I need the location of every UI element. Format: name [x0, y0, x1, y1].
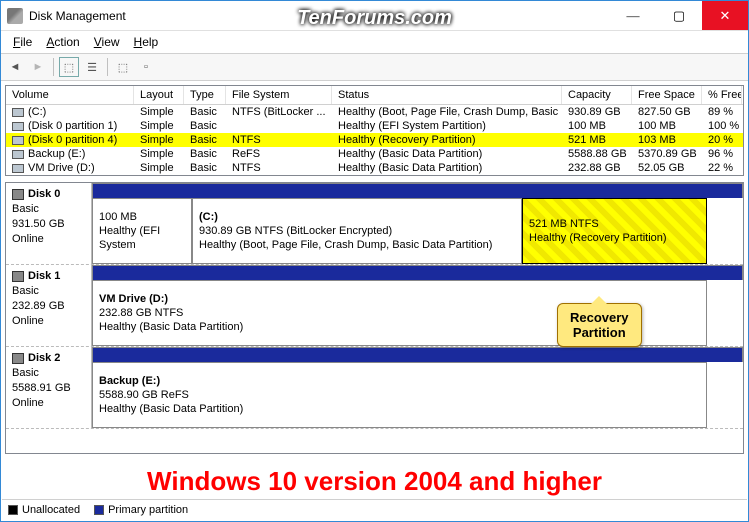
- disk-info[interactable]: Disk 2Basic5588.91 GBOnline: [6, 347, 92, 428]
- col-capacity[interactable]: Capacity: [562, 86, 632, 104]
- menu-file[interactable]: File: [7, 33, 38, 51]
- volume-icon: [12, 164, 24, 173]
- col-layout[interactable]: Layout: [134, 86, 184, 104]
- volume-row[interactable]: (C:)SimpleBasicNTFS (BitLocker ...Health…: [6, 105, 743, 119]
- help-button[interactable]: ▫: [136, 57, 156, 77]
- partition-block[interactable]: 100 MBHealthy (EFI System: [92, 198, 192, 264]
- menu-bar: File Action View Help: [1, 31, 748, 53]
- volume-icon: [12, 122, 24, 131]
- close-button[interactable]: ✕: [702, 1, 748, 30]
- menu-help[interactable]: Help: [128, 33, 165, 51]
- callout-recovery: Recovery Partition: [557, 303, 642, 347]
- app-icon: [7, 8, 23, 24]
- legend-primary: Primary partition: [108, 504, 188, 516]
- refresh-button[interactable]: ⬚: [59, 57, 79, 77]
- volume-icon: [12, 150, 24, 159]
- disk-icon: [12, 271, 24, 282]
- forward-button[interactable]: ►: [28, 57, 48, 77]
- toolbar: ◄ ► ⬚ ☰ ⬚ ▫: [1, 53, 748, 81]
- view-button[interactable]: ☰: [82, 57, 102, 77]
- volume-icon: [12, 136, 24, 145]
- window-title: Disk Management: [29, 9, 610, 23]
- volume-row[interactable]: Backup (E:)SimpleBasicReFSHealthy (Basic…: [6, 147, 743, 161]
- partition-block[interactable]: Backup (E:)5588.90 GB ReFSHealthy (Basic…: [92, 362, 707, 428]
- back-button[interactable]: ◄: [5, 57, 25, 77]
- col-filesystem[interactable]: File System: [226, 86, 332, 104]
- disk-header-bar: [92, 265, 743, 280]
- unallocated-swatch: [8, 505, 18, 515]
- caption-annotation: Windows 10 version 2004 and higher: [1, 466, 748, 497]
- disk-icon: [12, 353, 24, 364]
- disk-info[interactable]: Disk 0Basic931.50 GBOnline: [6, 183, 92, 264]
- legend: Unallocated Primary partition: [2, 499, 747, 520]
- volume-row[interactable]: VM Drive (D:)SimpleBasicNTFSHealthy (Bas…: [6, 161, 743, 175]
- legend-unallocated: Unallocated: [22, 504, 80, 516]
- disk-row: Disk 2Basic5588.91 GBOnlineBackup (E:)55…: [6, 347, 743, 429]
- primary-swatch: [94, 505, 104, 515]
- menu-action[interactable]: Action: [40, 33, 85, 51]
- col-pctfree[interactable]: % Free: [702, 86, 742, 104]
- partition-block[interactable]: 521 MB NTFSHealthy (Recovery Partition): [522, 198, 707, 264]
- volume-list: Volume Layout Type File System Status Ca…: [5, 85, 744, 176]
- volume-row[interactable]: (Disk 0 partition 1)SimpleBasicHealthy (…: [6, 119, 743, 133]
- column-headers: Volume Layout Type File System Status Ca…: [6, 86, 743, 105]
- partition-block[interactable]: (C:)930.89 GB NTFS (BitLocker Encrypted)…: [192, 198, 522, 264]
- settings-button[interactable]: ⬚: [113, 57, 133, 77]
- disk-row: Disk 0Basic931.50 GBOnline100 MBHealthy …: [6, 183, 743, 265]
- col-freespace[interactable]: Free Space: [632, 86, 702, 104]
- maximize-button[interactable]: ▢: [656, 1, 702, 30]
- menu-view[interactable]: View: [88, 33, 126, 51]
- disk-header-bar: [92, 183, 743, 198]
- disk-header-bar: [92, 347, 743, 362]
- minimize-button[interactable]: —: [610, 1, 656, 30]
- title-bar: Disk Management — ▢ ✕: [1, 1, 748, 31]
- col-type[interactable]: Type: [184, 86, 226, 104]
- volume-icon: [12, 108, 24, 117]
- col-volume[interactable]: Volume: [6, 86, 134, 104]
- disk-info[interactable]: Disk 1Basic232.89 GBOnline: [6, 265, 92, 346]
- volume-row[interactable]: (Disk 0 partition 4)SimpleBasicNTFSHealt…: [6, 133, 743, 147]
- disk-icon: [12, 189, 24, 200]
- col-status[interactable]: Status: [332, 86, 562, 104]
